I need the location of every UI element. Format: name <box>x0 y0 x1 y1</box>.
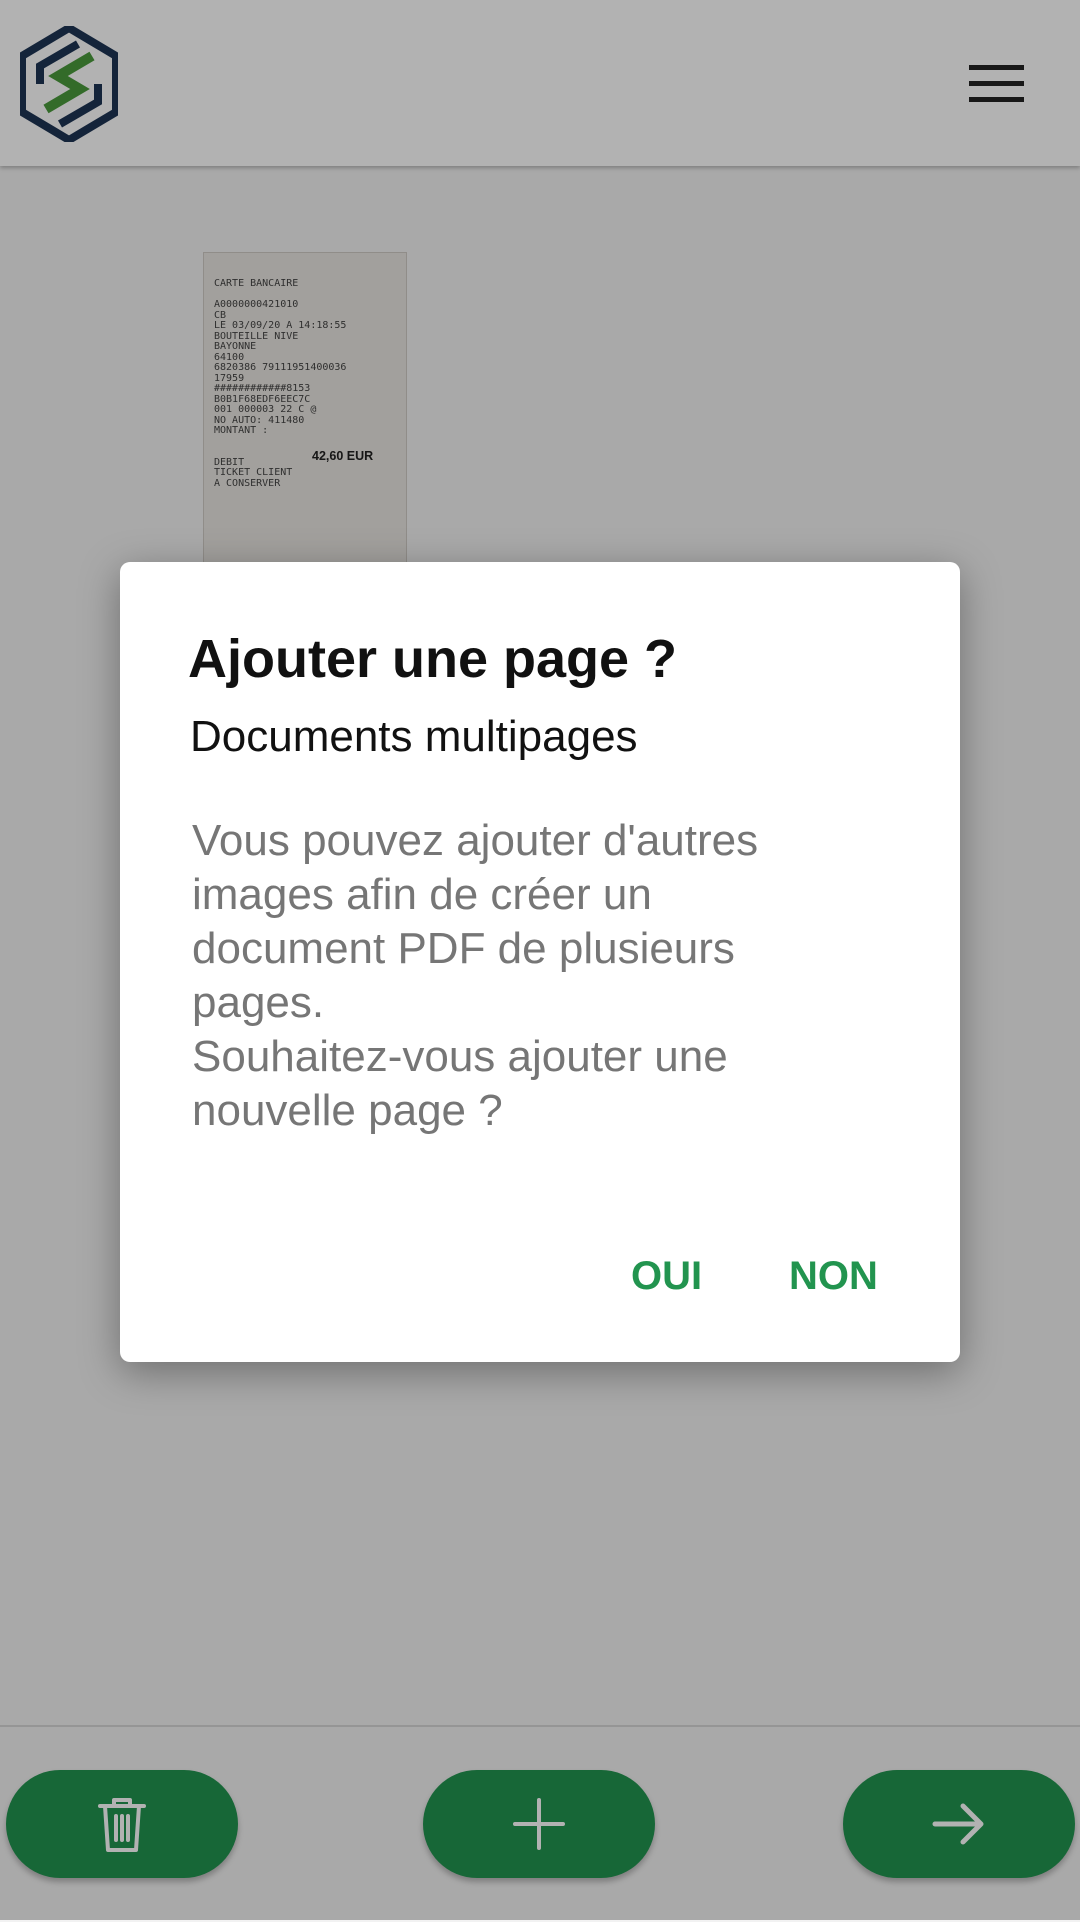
dialog-message-line: Vous pouvez ajouter d'autres images afin… <box>192 816 759 1027</box>
dialog-message-line: Souhaitez-vous ajouter une nouvelle page… <box>192 1032 728 1135</box>
add-page-dialog: Ajouter une page ? Documents multipages … <box>120 562 960 1362</box>
dialog-message: Vous pouvez ajouter d'autres images afin… <box>192 814 852 1138</box>
dialog-title: Ajouter une page ? <box>188 629 678 689</box>
yes-button[interactable]: OUI <box>631 1254 702 1299</box>
no-button[interactable]: NON <box>789 1254 878 1299</box>
dialog-subtitle: Documents multipages <box>190 712 638 761</box>
